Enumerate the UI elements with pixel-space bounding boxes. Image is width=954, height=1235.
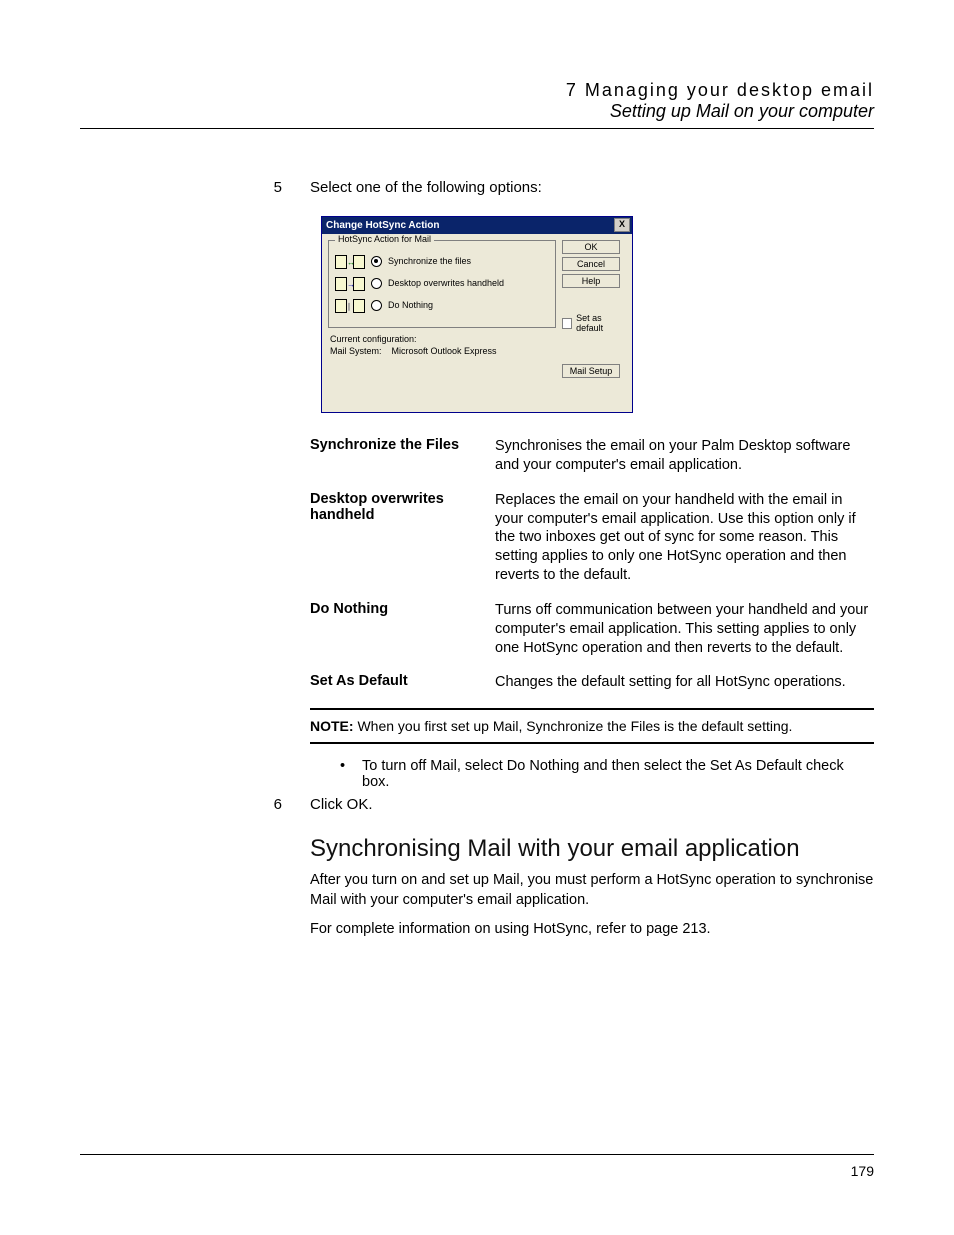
mail-system-row: Mail System: Microsoft Outlook Express: [330, 346, 556, 356]
body-paragraph: For complete information on using HotSyn…: [310, 920, 874, 940]
def-term: Synchronize the Files: [310, 437, 495, 475]
bullet-item: • To turn off Mail, select Do Nothing an…: [340, 758, 874, 790]
option-label: Synchronize the files: [388, 256, 471, 266]
def-term: Set As Default: [310, 673, 495, 692]
note-text: When you first set up Mail, Synchronize …: [357, 718, 792, 734]
header-rule: [80, 128, 874, 129]
header-section: Setting up Mail on your computer: [80, 101, 874, 122]
option-sync[interactable]: ↔ Synchronize the files: [335, 253, 549, 269]
step-text: Click OK.: [310, 796, 874, 813]
dialog-left: HotSync Action for Mail ↔ Synchronize th…: [328, 240, 556, 406]
step-number: 5: [80, 179, 310, 196]
def-term: Do Nothing: [310, 601, 495, 658]
option-label: Do Nothing: [388, 300, 433, 310]
page-header: 7 Managing your desktop email Setting up…: [80, 80, 874, 122]
option-label: Desktop overwrites handheld: [388, 278, 504, 288]
radio-sync[interactable]: [371, 256, 382, 267]
page: 7 Managing your desktop email Setting up…: [0, 0, 954, 1235]
def-donothing: Do Nothing Turns off communication betwe…: [310, 601, 874, 658]
dialog-title-text: Change HotSync Action: [326, 220, 440, 231]
hotsync-action-group: HotSync Action for Mail ↔ Synchronize th…: [328, 240, 556, 328]
def-desc: Replaces the email on your handheld with…: [495, 491, 874, 585]
header-chapter: 7 Managing your desktop email: [80, 80, 874, 101]
step-number: 6: [80, 796, 310, 813]
footer-rule: [80, 1154, 874, 1155]
dialog-right: OK Cancel Help Set as default Mail Setup: [562, 240, 626, 406]
donothing-icon: ∥: [335, 297, 365, 313]
current-config-label: Current configuration:: [330, 334, 556, 344]
radio-overwrite[interactable]: [371, 278, 382, 289]
sync-icon: ↔: [335, 253, 365, 269]
dialog-screenshot: Change HotSync Action X HotSync Action f…: [80, 216, 874, 413]
bullet-text: To turn off Mail, select Do Nothing and …: [362, 758, 874, 790]
bullet-list: • To turn off Mail, select Do Nothing an…: [340, 758, 874, 790]
option-overwrite[interactable]: → Desktop overwrites handheld: [335, 275, 549, 291]
overwrite-icon: →: [335, 275, 365, 291]
cancel-button[interactable]: Cancel: [562, 257, 620, 271]
close-icon[interactable]: X: [614, 218, 630, 232]
group-title: HotSync Action for Mail: [335, 234, 434, 244]
def-desc: Turns off communication between your han…: [495, 601, 874, 658]
def-sync: Synchronize the Files Synchronises the e…: [310, 437, 874, 475]
set-default-checkbox[interactable]: Set as default: [562, 313, 626, 333]
dialog-body: HotSync Action for Mail ↔ Synchronize th…: [322, 234, 632, 412]
step-6: 6 Click OK.: [80, 796, 874, 813]
mail-system-value: Microsoft Outlook Express: [392, 346, 497, 356]
mail-system-label: Mail System:: [330, 346, 382, 356]
body-paragraph: After you turn on and set up Mail, you m…: [310, 871, 874, 910]
radio-donothing[interactable]: [371, 300, 382, 311]
dialog-titlebar: Change HotSync Action X: [322, 217, 632, 234]
help-button[interactable]: Help: [562, 274, 620, 288]
def-term: Desktop overwrites handheld: [310, 491, 495, 585]
option-definitions: Synchronize the Files Synchronises the e…: [310, 437, 874, 692]
ok-button[interactable]: OK: [562, 240, 620, 254]
note-label: NOTE:: [310, 718, 354, 734]
change-hotsync-dialog: Change HotSync Action X HotSync Action f…: [321, 216, 633, 413]
page-number: 179: [851, 1163, 874, 1179]
def-overwrite: Desktop overwrites handheld Replaces the…: [310, 491, 874, 585]
step-text: Select one of the following options:: [310, 179, 874, 196]
def-setdefault: Set As Default Changes the default setti…: [310, 673, 874, 692]
note-block: NOTE: When you first set up Mail, Synchr…: [310, 708, 874, 744]
checkbox-label: Set as default: [576, 313, 626, 333]
subsection-heading: Synchronising Mail with your email appli…: [310, 835, 874, 863]
def-desc: Changes the default setting for all HotS…: [495, 673, 874, 692]
mail-setup-button[interactable]: Mail Setup: [562, 364, 620, 378]
step-5: 5 Select one of the following options:: [80, 179, 874, 196]
checkbox-icon[interactable]: [562, 318, 572, 329]
bullet-dot: •: [340, 758, 362, 790]
def-desc: Synchronises the email on your Palm Desk…: [495, 437, 874, 475]
option-donothing[interactable]: ∥ Do Nothing: [335, 297, 549, 313]
